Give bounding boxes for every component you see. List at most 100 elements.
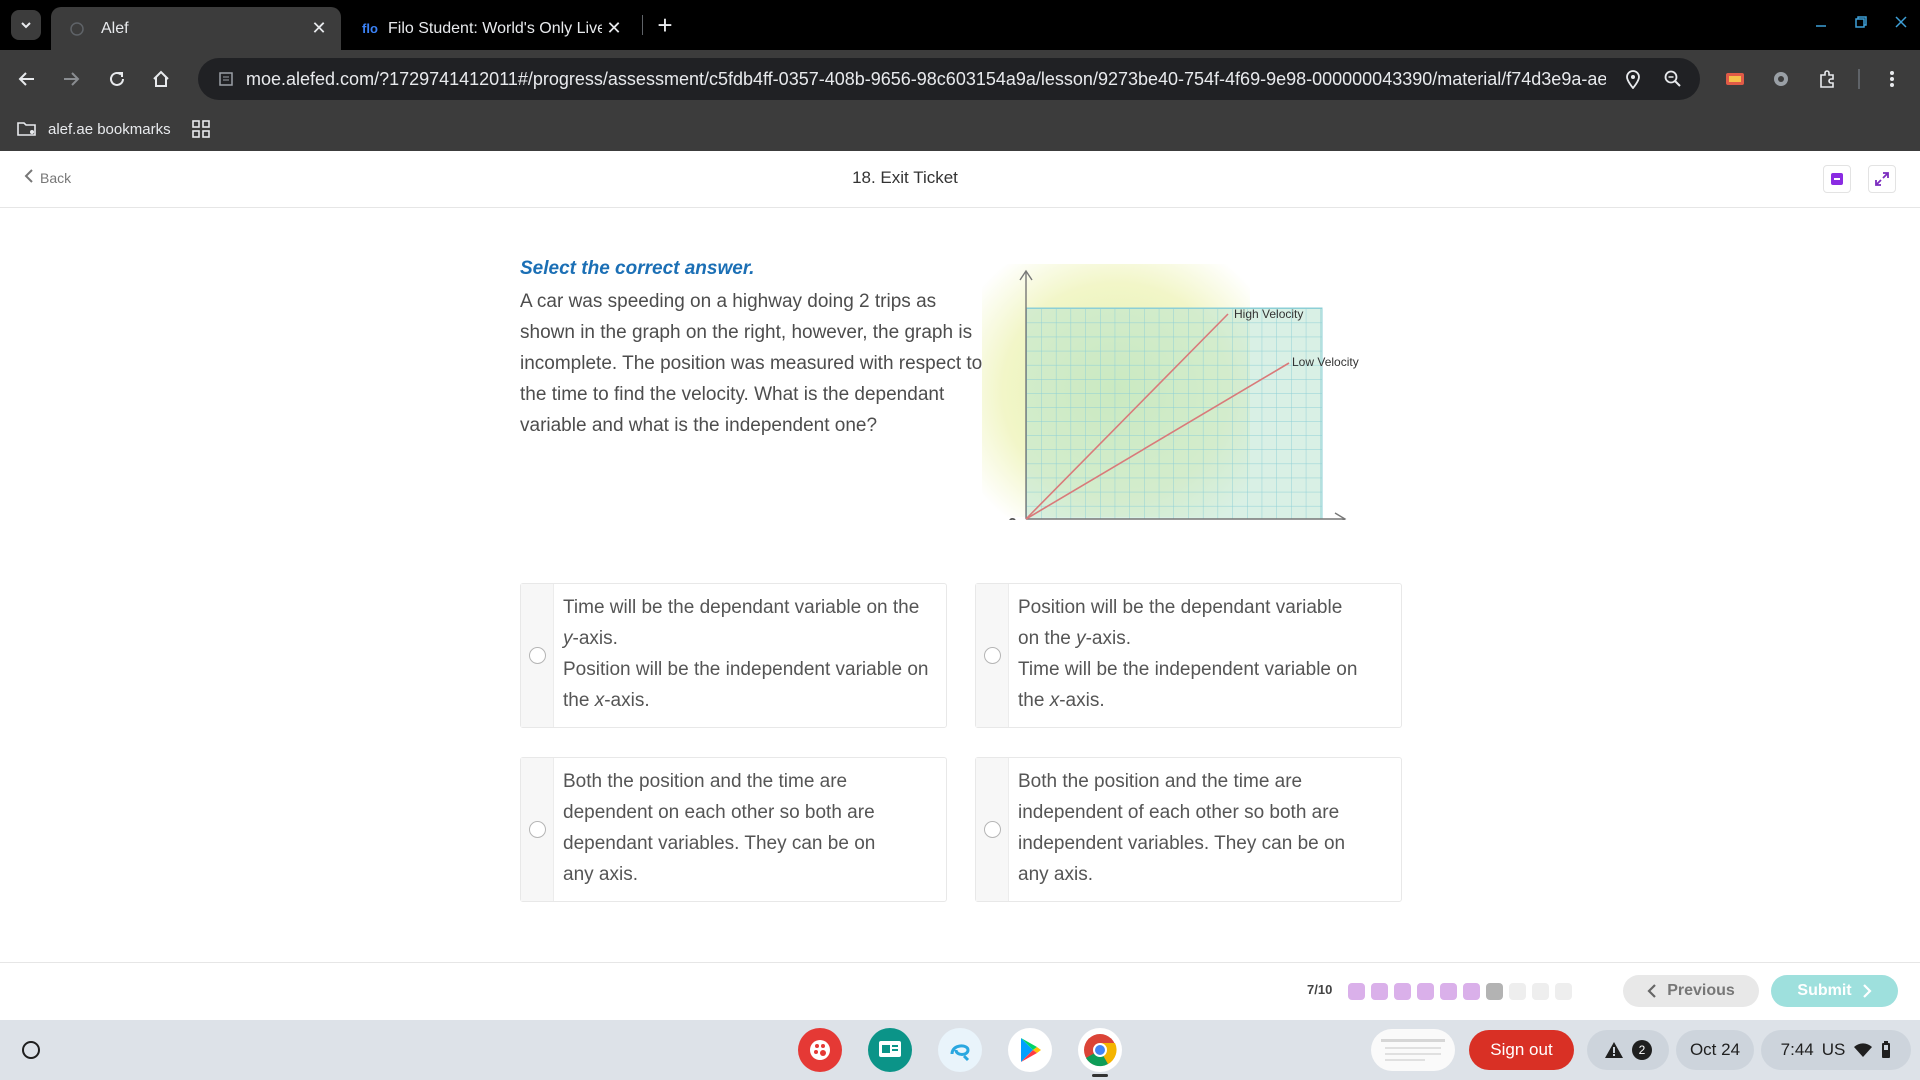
option-text: Both the position and the time are indep… [1018,771,1346,885]
extension-colorful-icon[interactable] [1720,64,1750,94]
play-store-icon[interactable] [1008,1028,1052,1072]
submit-label: Submit [1797,982,1852,999]
tab-alef[interactable]: Alef ✕ [51,7,341,50]
answer-option-4[interactable]: Both the position and the time are indep… [975,757,1402,902]
toolbar-divider [1858,69,1860,89]
filo-favicon-icon: flo [362,21,378,36]
sign-out-button[interactable]: Sign out [1469,1030,1574,1070]
folder-icon [16,120,40,138]
home-icon[interactable] [146,64,176,94]
glossary-icon [1831,173,1843,185]
bookmark-folder-alef[interactable]: alef.ae bookmarks [16,116,171,142]
back-arrow-icon[interactable] [12,64,42,94]
answer-option-1[interactable]: Time will be the dependant variable on t… [520,583,947,728]
question-area: Select the correct answer. A car was spe… [0,208,1920,962]
apps-grid-icon[interactable] [190,118,214,142]
radio-column [976,584,1009,727]
progress-dot[interactable] [1463,983,1480,1000]
tab-search-button[interactable] [11,10,41,40]
new-tab-button[interactable]: + [650,10,680,40]
zoom-icon[interactable] [1662,68,1684,90]
progress-dot[interactable] [1509,983,1526,1000]
progress-dot[interactable] [1417,983,1434,1000]
progress-dots [1348,983,1572,1000]
progress-dot[interactable] [1394,983,1411,1000]
answer-option-3[interactable]: Both the position and the time are depen… [520,757,947,902]
lesson-header: Back 18. Exit Ticket [0,151,1920,208]
chevron-down-icon [21,22,31,29]
radio-button[interactable] [528,647,546,664]
expand-icon [1875,172,1889,186]
bookmarks-bar: alef.ae bookmarks [0,108,1920,151]
url-text: moe.alefed.com/?1729741412011#/progress/… [246,68,1606,89]
radio-column [521,758,554,901]
radio-button[interactable] [528,821,546,838]
high-velocity-label: High Velocity [1234,307,1303,321]
progress-dot[interactable] [1371,983,1388,1000]
browser-tab-bar: Alef ✕ flo Filo Student: World's Only Li… [0,0,1920,50]
locale-text: US [1821,1040,1846,1059]
instruction-text: Select the correct answer. [520,258,755,279]
restore-icon[interactable] [1846,10,1876,34]
question-text: A car was speeding on a highway doing 2 … [520,291,983,436]
site-info-icon[interactable] [206,58,246,100]
classroom-app-icon[interactable] [868,1028,912,1072]
position-time-graph: High Velocity Low Velocity 0 [982,264,1359,520]
extension-shield-icon[interactable] [1766,64,1796,94]
tab-close-icon[interactable]: ✕ [307,17,331,41]
answer-option-2[interactable]: Position will be the dependant variable … [975,583,1402,728]
launcher-circle-icon[interactable] [13,1032,49,1068]
close-window-icon[interactable] [1886,10,1916,34]
chevron-left-icon [1647,984,1656,998]
option-text: Position will be the dependant variable … [1018,597,1358,711]
radio-button[interactable] [983,647,1001,664]
date-text: Oct 24 [1689,1040,1741,1059]
status-tray[interactable]: 7:44 US [1761,1030,1911,1070]
date-tray[interactable]: Oct 24 [1676,1030,1754,1070]
progress-dot[interactable] [1440,983,1457,1000]
tab-filo[interactable]: flo Filo Student: World's Only Live I ✕ [346,7,636,50]
active-app-indicator [1092,1074,1108,1077]
progress-count: 7/10 [1307,982,1333,997]
assessment-footer: 7/10 Previous Submit [0,962,1920,1020]
tab-title: Filo Student: World's Only Live I [388,19,602,37]
forward-arrow-icon[interactable] [56,64,86,94]
sync-app-icon[interactable] [938,1028,982,1072]
reload-icon[interactable] [102,64,132,94]
low-velocity-label: Low Velocity [1292,355,1359,369]
progress-dot[interactable] [1532,983,1549,1000]
time-text: 7:44 [1780,1040,1814,1059]
minimize-icon[interactable] [1806,10,1836,34]
chrome-app-icon[interactable] [1078,1028,1122,1072]
radio-button[interactable] [983,821,1001,838]
page-title: 18. Exit Ticket [852,168,958,187]
alef-favicon-icon [67,19,87,39]
previous-label: Previous [1667,982,1735,999]
tab-close-icon[interactable]: ✕ [602,17,626,41]
wifi-icon [1854,1043,1873,1057]
more-vert-icon[interactable] [1877,64,1907,94]
radio-column [521,584,554,727]
notification-count-badge: 2 [1632,1040,1652,1060]
battery-icon [1882,1041,1891,1058]
previous-button[interactable]: Previous [1623,975,1759,1007]
progress-dot[interactable] [1555,983,1572,1000]
notifications-tray[interactable]: 2 [1587,1030,1669,1070]
window-thumbnail[interactable] [1371,1029,1455,1071]
chevron-right-icon [1862,984,1872,998]
glossary-button[interactable] [1823,165,1851,193]
address-bar[interactable]: moe.alefed.com/?1729741412011#/progress/… [198,58,1700,100]
browser-toolbar: moe.alefed.com/?1729741412011#/progress/… [0,50,1920,108]
origin-label: 0 [1008,516,1017,520]
location-pin-icon[interactable] [1622,68,1644,90]
canvas-app-icon[interactable] [798,1028,842,1072]
os-shelf: Sign out 2 Oct 24 7:44 US [0,1020,1920,1080]
radio-column [976,758,1009,901]
option-text: Both the position and the time are depen… [563,771,876,885]
progress-dot[interactable] [1486,983,1503,1000]
progress-dot[interactable] [1348,983,1365,1000]
extensions-puzzle-icon[interactable] [1812,64,1842,94]
bookmark-label: alef.ae bookmarks [48,120,171,138]
fullscreen-button[interactable] [1868,165,1896,193]
submit-button[interactable]: Submit [1771,975,1898,1007]
